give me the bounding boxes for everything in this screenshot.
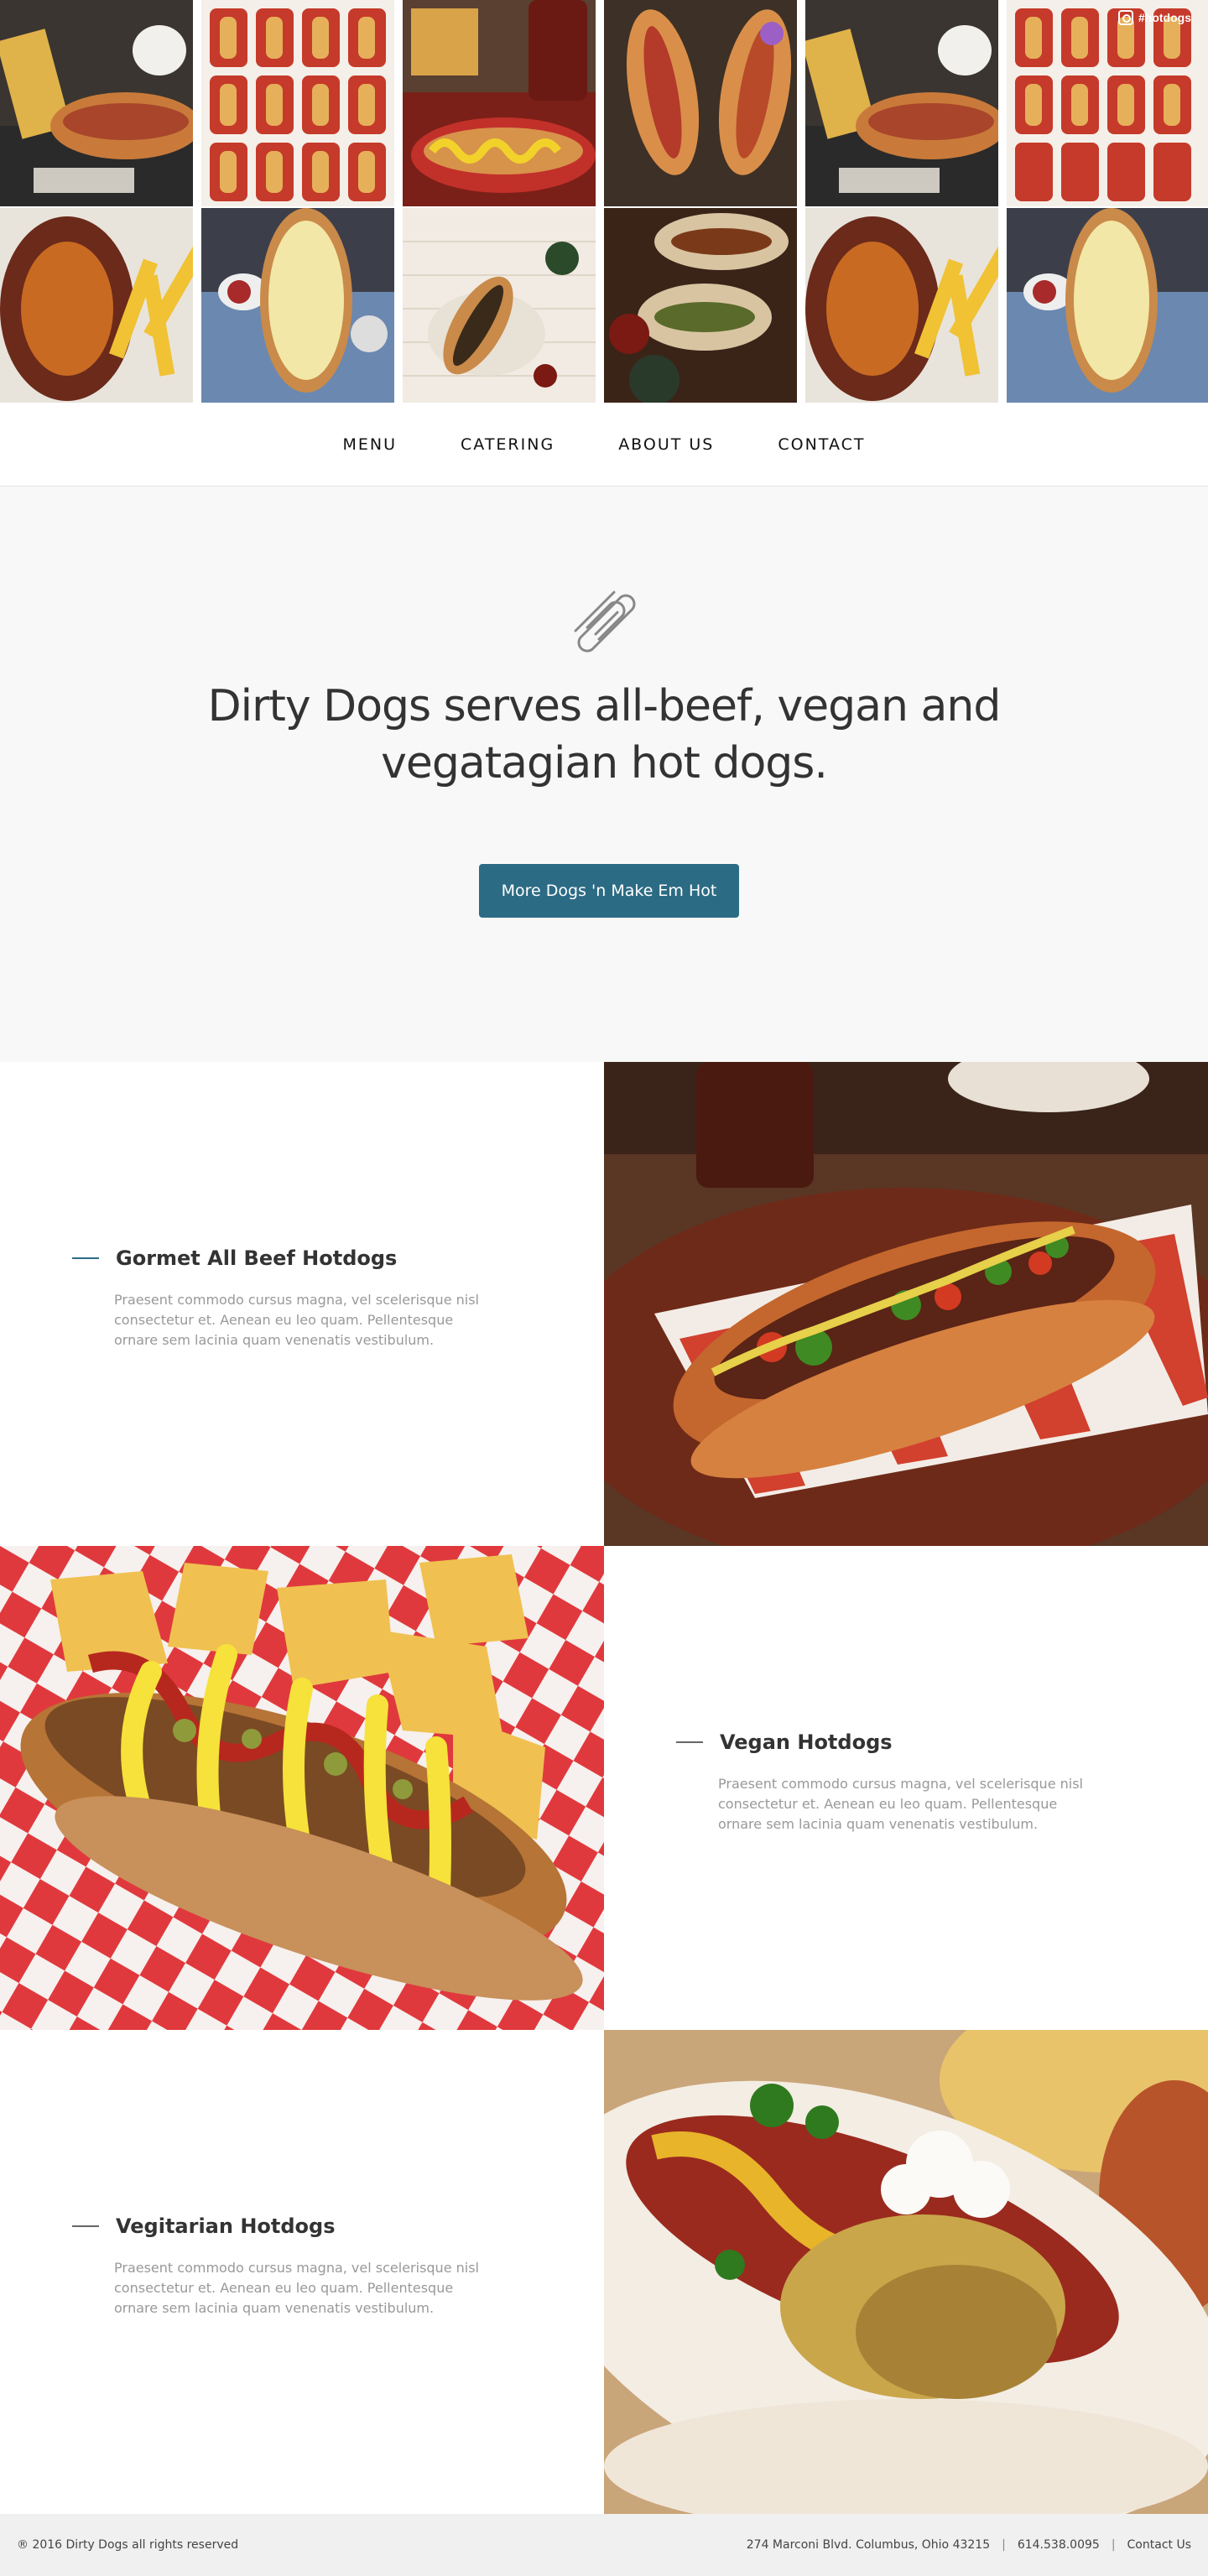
photo-tile[interactable]	[201, 208, 403, 403]
photo-tile[interactable]	[805, 0, 1007, 208]
nav-catering[interactable]: CATERING	[461, 435, 555, 454]
feature-vegetarian: Vegitarian Hotdogs Praesent commodo curs…	[0, 2030, 1208, 2514]
feature-title: Vegan Hotdogs	[720, 1730, 893, 1754]
contact-us-link[interactable]: Contact Us	[1127, 2538, 1191, 2552]
instagram-hashtag[interactable]: #hotdogs	[1118, 10, 1191, 25]
feature-text: Vegitarian Hotdogs Praesent commodo curs…	[0, 2030, 604, 2514]
photo-tile[interactable]	[1007, 0, 1208, 208]
feature-vegan: Vegan Hotdogs Praesent commodo cursus ma…	[0, 1546, 1208, 2030]
footer-contact-info: 274 Marconi Blvd. Columbus, Ohio 43215 |…	[747, 2538, 1191, 2552]
feature-text: Gormet All Beef Hotdogs Praesent commodo…	[0, 1062, 604, 1546]
hashtag-label: #hotdogs	[1138, 11, 1191, 24]
feature-body: Praesent commodo cursus magna, vel scele…	[114, 2260, 479, 2316]
photo-tile[interactable]	[403, 208, 604, 403]
separator: |	[1111, 2538, 1116, 2552]
feature-title-row: Vegan Hotdogs	[676, 1730, 893, 1754]
more-dogs-button[interactable]: More Dogs 'n Make Em Hot	[479, 864, 739, 918]
accent-dash	[676, 1741, 703, 1743]
hero-section: Dirty Dogs serves all-beef, vegan and ve…	[0, 487, 1208, 1062]
instagram-mosaic: #hotdogs	[0, 0, 1208, 403]
separator: |	[1002, 2538, 1006, 2552]
feature-title-row: Gormet All Beef Hotdogs	[72, 1246, 397, 1270]
nav-contact[interactable]: CONTACT	[778, 435, 865, 454]
vegetarian-hotdog-photo	[604, 2030, 1208, 2514]
instagram-icon	[1118, 10, 1133, 25]
accent-dash	[72, 1257, 99, 1259]
photo-tile[interactable]	[604, 0, 805, 208]
main-nav: MENU CATERING ABOUT US CONTACT	[0, 403, 1208, 487]
nav-about-us[interactable]: ABOUT US	[618, 435, 714, 454]
photo-tile[interactable]	[0, 0, 201, 208]
hero-headline-line2: vegatagian hot dogs.	[381, 738, 828, 788]
address: 274 Marconi Blvd. Columbus, Ohio 43215	[746, 2538, 991, 2552]
feature-body: Praesent commodo cursus magna, vel scele…	[114, 1292, 479, 1348]
hotdog-icon	[574, 591, 636, 653]
feature-beef: Gormet All Beef Hotdogs Praesent commodo…	[0, 1062, 1208, 1546]
photo-tile[interactable]	[1007, 208, 1208, 403]
photo-tile[interactable]	[805, 208, 1007, 403]
nav-menu[interactable]: MENU	[343, 435, 398, 454]
beef-hotdog-photo	[604, 1062, 1208, 1546]
vegan-hotdog-photo	[0, 1546, 604, 2030]
feature-title: Gormet All Beef Hotdogs	[116, 1246, 398, 1270]
feature-title-row: Vegitarian Hotdogs	[72, 2214, 336, 2238]
footer: ® 2016 Dirty Dogs all rights reserved 27…	[0, 2514, 1208, 2576]
hero-headline: Dirty Dogs serves all-beef, vegan and ve…	[0, 678, 1208, 792]
feature-title: Vegitarian Hotdogs	[116, 2214, 336, 2238]
copyright: ® 2016 Dirty Dogs all rights reserved	[17, 2538, 239, 2552]
photo-tile[interactable]	[604, 208, 805, 403]
photo-tile[interactable]	[0, 208, 201, 403]
photo-tile[interactable]	[201, 0, 403, 208]
photo-tile[interactable]	[403, 0, 604, 208]
feature-text: Vegan Hotdogs Praesent commodo cursus ma…	[604, 1546, 1208, 2030]
feature-body: Praesent commodo cursus magna, vel scele…	[718, 1776, 1083, 1832]
hero-headline-line1: Dirty Dogs serves all-beef, vegan and	[207, 681, 1002, 731]
phone[interactable]: 614.538.0095	[1018, 2538, 1100, 2552]
accent-dash	[72, 2225, 99, 2227]
